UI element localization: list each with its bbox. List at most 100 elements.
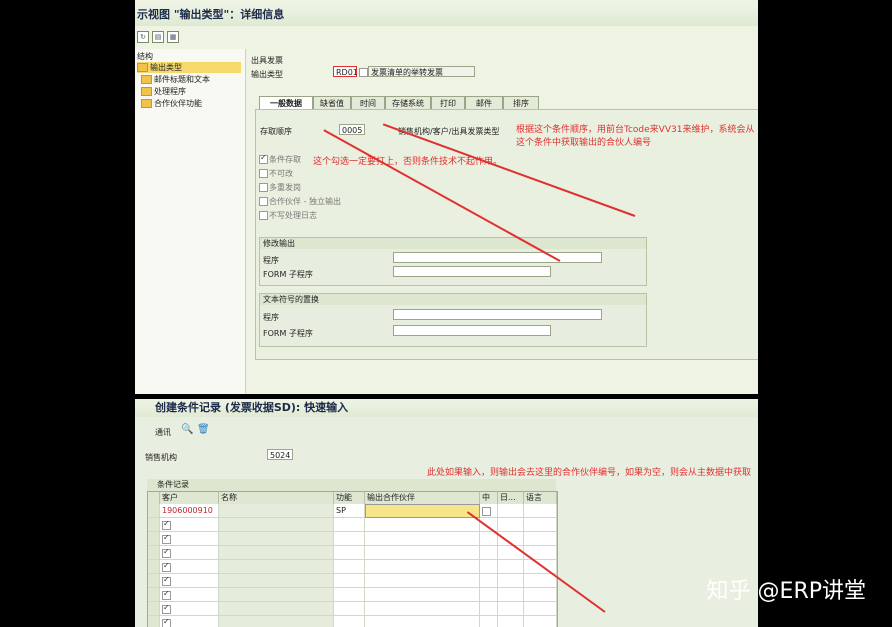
communication-label[interactable]: 通讯	[155, 427, 171, 438]
checkbox-icon[interactable]	[162, 519, 171, 530]
table-cell[interactable]	[334, 532, 365, 546]
access-seq-field[interactable]: 0005	[339, 124, 365, 135]
table-cell[interactable]	[498, 616, 524, 627]
table-cell[interactable]	[334, 616, 365, 627]
checkbox-icon[interactable]	[162, 533, 171, 544]
row-selector[interactable]	[148, 616, 160, 627]
table-cell[interactable]	[480, 616, 498, 627]
table-cell[interactable]	[334, 588, 365, 602]
multiple-issue-checkbox[interactable]	[259, 183, 268, 192]
row-selector[interactable]	[148, 602, 160, 616]
name-cell[interactable]	[219, 504, 334, 518]
tree-item-processing[interactable]: 处理程序	[141, 86, 186, 97]
name-cell[interactable]	[219, 560, 334, 574]
table-cell[interactable]	[480, 602, 498, 616]
table-cell[interactable]	[524, 518, 557, 532]
table-row[interactable]	[148, 518, 557, 532]
row-selector[interactable]	[148, 546, 160, 560]
table-cell[interactable]	[365, 518, 480, 532]
table-cell[interactable]	[498, 588, 524, 602]
table-cell[interactable]	[334, 546, 365, 560]
table-cell[interactable]	[498, 560, 524, 574]
table-cell[interactable]	[160, 616, 219, 627]
trash-icon[interactable]: 🗑	[197, 424, 210, 435]
table-cell[interactable]	[498, 574, 524, 588]
table-cell[interactable]	[524, 616, 557, 627]
output-type-field[interactable]: RD01	[333, 66, 358, 77]
table-cell[interactable]	[365, 560, 480, 574]
table-cell[interactable]	[160, 518, 219, 532]
table-row[interactable]	[148, 616, 557, 627]
partner-independent-checkbox[interactable]	[259, 197, 268, 206]
table-row[interactable]	[148, 602, 557, 616]
row-selector[interactable]	[148, 560, 160, 574]
table-cell[interactable]	[365, 616, 480, 627]
checkbox-icon[interactable]	[162, 547, 171, 558]
row-selector[interactable]	[148, 574, 160, 588]
condition-access-checkbox[interactable]	[259, 153, 268, 164]
table-cell[interactable]	[334, 602, 365, 616]
not-changeable-checkbox[interactable]	[259, 169, 268, 178]
table-cell[interactable]	[524, 602, 557, 616]
program-field[interactable]	[393, 309, 602, 320]
table-cell[interactable]	[480, 560, 498, 574]
checkbox-icon[interactable]	[162, 561, 171, 572]
table-cell[interactable]	[524, 574, 557, 588]
search-icon[interactable]: 🔍	[181, 424, 193, 435]
table-cell[interactable]	[160, 574, 219, 588]
table-cell[interactable]: SP	[334, 504, 365, 518]
row-selector[interactable]	[148, 588, 160, 602]
document-icon[interactable]: ▤	[152, 31, 164, 43]
table-cell[interactable]: 1906000910	[160, 504, 219, 518]
no-log-checkbox[interactable]	[259, 211, 268, 220]
sales-org-field[interactable]: 5024	[267, 449, 293, 460]
checkbox-icon[interactable]	[162, 589, 171, 600]
tree-item-output-type[interactable]: 输出类型	[137, 62, 241, 73]
table-cell[interactable]	[480, 546, 498, 560]
output-type-search-icon[interactable]	[359, 68, 368, 77]
table-cell[interactable]	[480, 588, 498, 602]
table-row[interactable]	[148, 546, 557, 560]
table-cell[interactable]	[160, 560, 219, 574]
name-cell[interactable]	[219, 616, 334, 627]
form-field[interactable]	[393, 325, 551, 336]
table-cell[interactable]	[365, 546, 480, 560]
table-cell[interactable]	[365, 588, 480, 602]
name-cell[interactable]	[219, 546, 334, 560]
table-cell[interactable]	[160, 532, 219, 546]
row-selector[interactable]	[148, 504, 160, 518]
search-help-icon[interactable]	[482, 507, 491, 516]
table-cell[interactable]	[160, 588, 219, 602]
table-row[interactable]	[148, 560, 557, 574]
checkbox-icon[interactable]	[162, 575, 171, 586]
name-cell[interactable]	[219, 588, 334, 602]
table-cell[interactable]	[524, 532, 557, 546]
name-cell[interactable]	[219, 518, 334, 532]
name-cell[interactable]	[219, 602, 334, 616]
table-cell[interactable]	[334, 518, 365, 532]
table-cell[interactable]	[160, 602, 219, 616]
tree-item-mail-title[interactable]: 邮件标题和文本	[141, 74, 210, 85]
form-field[interactable]	[393, 266, 551, 277]
table-cell[interactable]	[365, 574, 480, 588]
save-icon[interactable]: ▦	[167, 31, 179, 43]
table-cell[interactable]	[524, 504, 557, 518]
table-cell[interactable]	[498, 602, 524, 616]
name-cell[interactable]	[219, 532, 334, 546]
table-row[interactable]: 1906000910 SP	[148, 504, 557, 518]
name-cell[interactable]	[219, 574, 334, 588]
table-cell[interactable]	[480, 574, 498, 588]
table-cell[interactable]	[334, 574, 365, 588]
table-cell[interactable]	[365, 602, 480, 616]
table-cell[interactable]	[498, 504, 524, 518]
output-partner-input[interactable]	[365, 504, 480, 518]
checkbox-icon[interactable]	[162, 617, 171, 627]
table-cell[interactable]	[160, 546, 219, 560]
tree-item-partner-function[interactable]: 合作伙伴功能	[141, 98, 202, 109]
table-row[interactable]	[148, 588, 557, 602]
table-cell[interactable]	[480, 504, 498, 518]
table-cell[interactable]	[498, 518, 524, 532]
table-row[interactable]	[148, 574, 557, 588]
back-icon[interactable]: ↻	[137, 31, 149, 43]
row-selector[interactable]	[148, 518, 160, 532]
